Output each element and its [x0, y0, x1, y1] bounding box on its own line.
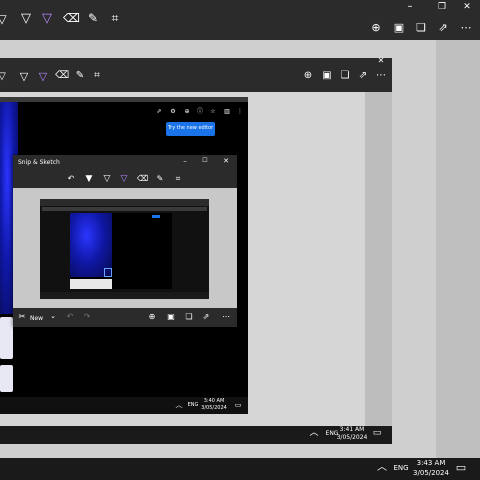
outer-scroll-area	[436, 40, 480, 458]
snip-sketch-window: Snip & Sketch – ☐ ✕ ↶ ▼ ▽ ▽ ⌫ ✎ ⌗ ✂ New …	[13, 155, 237, 327]
new-button-label[interactable]: New	[30, 315, 43, 322]
pen-icon: ▽	[0, 71, 6, 82]
ballpoint-pen-icon: ▽	[19, 70, 29, 83]
copy-icon: ❏	[340, 70, 350, 81]
clock-date[interactable]: 3/05/2024	[412, 469, 450, 477]
ruler-icon[interactable]: ✎	[86, 12, 100, 24]
nested-toolbar	[40, 199, 209, 206]
share-icon[interactable]: ⇗	[201, 313, 211, 321]
share-icon: ⇗	[156, 108, 162, 115]
level2-toolbar: ▽ ▽ ▽ ⌫ ✎ ⌗ ✕ ⊕ ▣ ❏ ⇗ ⋯	[0, 56, 392, 92]
more-icon[interactable]: ⋯	[458, 22, 474, 33]
chevron-up-icon: ︿	[175, 401, 183, 409]
share-icon: ⇗	[358, 70, 368, 81]
save-icon[interactable]: ▣	[166, 313, 176, 321]
snip-window-title: Snip & Sketch	[18, 159, 60, 166]
chevron-down-icon[interactable]: ⌄	[48, 313, 58, 320]
eraser-icon[interactable]: ⌫	[63, 12, 80, 24]
copy-icon[interactable]: ❏	[414, 22, 428, 33]
undo-icon[interactable]: ↶	[65, 313, 75, 321]
level3-browser-bar	[0, 97, 248, 102]
eraser-icon[interactable]: ⌫	[137, 175, 148, 183]
touch-writing-icon[interactable]: ↶	[66, 175, 76, 183]
more-icon: ⋮	[237, 108, 243, 115]
save-icon: ▣	[322, 70, 332, 81]
notification-icon[interactable]: ▭	[455, 462, 467, 473]
highlighter-icon[interactable]: ▽	[119, 175, 129, 184]
notification-icon: ▭	[234, 401, 242, 409]
nested-title-bar	[42, 207, 207, 211]
zoom-icon: ⊕	[303, 70, 313, 81]
chevron-up-icon: ︿	[309, 428, 319, 438]
nested-screenshot	[40, 199, 209, 299]
save-icon[interactable]: ▣	[392, 22, 406, 33]
settings-icon: ⚙	[170, 108, 176, 115]
clock-time: 3:41 AM	[339, 426, 365, 433]
window-close-icon[interactable]: ✕	[461, 3, 473, 12]
window-minimize-icon[interactable]: –	[180, 158, 190, 165]
zoom-icon: ⊕	[184, 108, 190, 115]
info-icon: ⓘ	[196, 108, 203, 115]
highlighter-icon: ▽	[38, 70, 48, 83]
ruler-icon: ✎	[75, 70, 85, 81]
window-maximize-icon[interactable]: ☐	[200, 158, 210, 164]
new-snip-icon[interactable]: ✂	[17, 313, 27, 321]
trash-icon: ▥	[224, 108, 230, 115]
try-new-editor-label: Try the new editor	[167, 125, 214, 131]
window-maximize-icon[interactable]: ❐	[436, 3, 448, 12]
pen-icon[interactable]: ▽	[0, 13, 8, 25]
nested-accent-button	[152, 215, 160, 218]
outer-toolbar: ▽ ▽ ▽ ⌫ ✎ ⌗ – ❐ ✕ ⊕ ▣ ❏ ⇗ ⋯	[0, 0, 480, 40]
nested-inner-window	[70, 213, 172, 289]
notification-icon: ▭	[372, 428, 382, 438]
clock-date: 3/05/2024	[336, 434, 368, 441]
nested-preview-card	[70, 279, 112, 289]
level3-taskbar: ︿ ENG 3:40 AM 3/05/2024 ▭	[0, 397, 248, 414]
star-icon: ☆	[210, 108, 216, 115]
window-minimize-icon[interactable]: –	[404, 2, 416, 12]
ruler-icon[interactable]: ✎	[155, 175, 165, 183]
crop-icon: ⌗	[94, 70, 100, 81]
snip-canvas	[13, 188, 237, 308]
copy-icon[interactable]: ❏	[184, 313, 194, 321]
eraser-icon: ⌫	[55, 70, 70, 81]
level2-scroll-area	[365, 92, 392, 426]
nested-window-outline	[104, 268, 112, 277]
more-icon: ⋯	[376, 70, 386, 81]
highlighter-icon[interactable]: ▽	[40, 12, 54, 25]
window-close-icon: ✕	[377, 56, 385, 65]
zoom-icon[interactable]: ⊕	[369, 22, 383, 33]
zoom-icon[interactable]: ⊕	[147, 313, 157, 321]
window-close-icon[interactable]: ✕	[221, 158, 231, 165]
crop-icon[interactable]: ⌗	[108, 12, 122, 24]
chevron-up-icon[interactable]: ︿	[376, 463, 388, 473]
clock-date: 3/05/2024	[201, 405, 227, 411]
ballpoint-pen-icon[interactable]: ▽	[19, 12, 33, 25]
clock-time: 3:40 AM	[203, 398, 225, 404]
crop-icon[interactable]: ⌗	[173, 175, 183, 183]
left-panel-card	[0, 317, 13, 359]
nested-taskbar	[40, 292, 209, 299]
redo-icon[interactable]: ↷	[82, 313, 92, 321]
pencil-icon[interactable]: ▽	[102, 175, 112, 184]
share-icon[interactable]: ⇗	[436, 22, 450, 33]
clock-time[interactable]: 3:43 AM	[412, 459, 450, 467]
language-indicator[interactable]: ENG	[390, 464, 412, 472]
ballpoint-pen-icon[interactable]: ▼	[84, 175, 94, 184]
more-icon[interactable]: ⋯	[220, 313, 232, 321]
level2-taskbar: ︿ ENG 3:41 AM 3/05/2024 ▭	[0, 426, 392, 444]
left-panel-card	[0, 365, 13, 392]
outer-taskbar: ︿ ENG 3:43 AM 3/05/2024 ▭	[0, 458, 480, 480]
